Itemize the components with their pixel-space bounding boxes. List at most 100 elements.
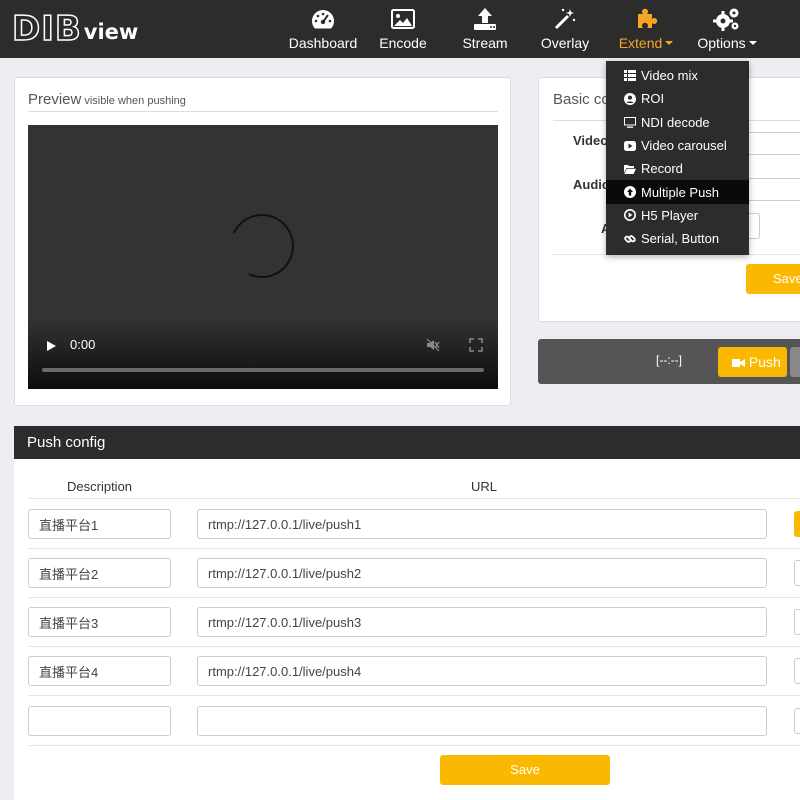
menu-item-ndi-decode[interactable]: NDI decode: [606, 111, 749, 134]
nav-label: Encode: [379, 35, 427, 51]
push-button-label: Push: [748, 354, 781, 370]
push-timer: [--:--]: [656, 353, 682, 367]
play-icon[interactable]: [47, 341, 56, 351]
logo-text-big: DIB: [11, 9, 82, 49]
menu-item-label: Video carousel: [641, 138, 727, 154]
dashboard-icon: [310, 4, 336, 34]
preview-subtitle: visible when pushing: [84, 95, 186, 107]
upload-icon: [473, 4, 497, 34]
gears-icon: [713, 4, 741, 34]
menu-item-label: Video mix: [641, 68, 698, 84]
row-action-button[interactable]: [794, 609, 800, 635]
logo-text-small: view: [83, 20, 139, 44]
basic-config-title: Basic co: [553, 91, 610, 108]
row-action-button[interactable]: [794, 708, 800, 734]
column-header-url: URL: [471, 479, 498, 494]
description-input[interactable]: [28, 607, 171, 637]
menu-item-label: Record: [641, 161, 683, 177]
preview-panel: Preview visible when pushing 0:00: [14, 77, 511, 406]
nav-label: Extend: [619, 34, 674, 52]
menu-item-record[interactable]: Record: [606, 157, 749, 180]
menu-item-roi[interactable]: ROI: [606, 87, 749, 110]
link-icon: [624, 233, 636, 245]
list-icon: [624, 70, 636, 82]
url-input[interactable]: [197, 509, 767, 539]
divider: [28, 695, 800, 696]
audio-field-edge: [749, 178, 800, 179]
caret-down-icon: [748, 41, 757, 45]
video-controls-gradient: [28, 319, 498, 389]
column-header-description: Description: [67, 479, 133, 494]
audio-field-edge: [749, 200, 800, 201]
youtube-icon: [624, 140, 636, 152]
divider: [28, 646, 800, 647]
folder-open-icon: [624, 163, 636, 175]
top-navbar: DIB view Dashboard Encode Stream Overlay…: [0, 0, 800, 58]
puzzle-icon: [634, 4, 658, 34]
monitor-icon: [624, 116, 636, 128]
nav-extend[interactable]: Extend: [618, 0, 674, 58]
caret-down-icon: [665, 41, 674, 45]
push-button[interactable]: Push: [718, 347, 787, 377]
description-input[interactable]: [28, 509, 171, 539]
nav-dashboard[interactable]: Dashboard: [288, 0, 358, 58]
magic-wand-icon: [553, 4, 577, 34]
dibview-logo[interactable]: DIB view: [11, 9, 139, 49]
audio-label: Audio: [573, 177, 610, 192]
nav-overlay[interactable]: Overlay: [540, 0, 590, 58]
divider: [28, 498, 800, 499]
divider: [28, 597, 800, 598]
menu-item-serial-button[interactable]: Serial, Button: [606, 227, 749, 250]
push-config-title: Push config: [14, 426, 800, 459]
preview-title: Preview visible when pushing: [28, 91, 498, 112]
menu-item-label: ROI: [641, 91, 665, 107]
url-input[interactable]: [197, 607, 767, 637]
basic-save-button[interactable]: Save: [746, 264, 800, 294]
nav-options[interactable]: Options: [696, 0, 758, 58]
stop-button[interactable]: [790, 347, 800, 377]
video-camera-icon: [732, 359, 745, 367]
description-input[interactable]: [28, 656, 171, 686]
menu-item-multiple-push[interactable]: Multiple Push: [606, 180, 749, 204]
menu-item-label: Serial, Button: [641, 231, 720, 247]
video-progress-bar[interactable]: [42, 368, 484, 372]
menu-item-label: Multiple Push: [641, 184, 720, 200]
video-field-edge: [749, 132, 800, 133]
divider: [28, 548, 800, 549]
nav-label: Overlay: [540, 35, 590, 51]
video-player[interactable]: 0:00: [28, 125, 498, 389]
nav-stream[interactable]: Stream: [460, 0, 510, 58]
url-input[interactable]: [197, 558, 767, 588]
description-input[interactable]: [28, 558, 171, 588]
menu-item-label: H5 Player: [641, 207, 699, 223]
push-config-panel: Push config Description URL Save: [14, 426, 800, 800]
fullscreen-icon[interactable]: [469, 338, 483, 352]
menu-item-video-carousel[interactable]: Video carousel: [606, 134, 749, 157]
play-circle-icon: [624, 209, 636, 222]
menu-item-label: NDI decode: [641, 114, 710, 130]
url-input[interactable]: [197, 706, 767, 736]
menu-item-video-mix[interactable]: Video mix: [606, 64, 749, 87]
loading-spinner-icon: [220, 204, 304, 288]
push-config-save-button[interactable]: Save: [440, 755, 610, 785]
image-icon: [391, 4, 415, 34]
preview-title-text: Preview: [28, 91, 82, 108]
nav-label: Options: [697, 34, 757, 52]
arrow-circle-up-icon: [624, 186, 636, 199]
user-circle-icon: [624, 92, 636, 105]
video-time: 0:00: [70, 337, 96, 352]
row-action-button[interactable]: [794, 511, 800, 537]
nav-encode[interactable]: Encode: [378, 0, 428, 58]
extend-dropdown-menu: Video mix ROI NDI decode Video carousel …: [606, 61, 749, 255]
video-field-edge: [749, 154, 800, 155]
menu-item-h5-player[interactable]: H5 Player: [606, 204, 749, 227]
row-action-button[interactable]: [794, 560, 800, 586]
push-control-bar: [--:--] Push: [538, 339, 800, 384]
nav-label: Dashboard: [288, 35, 358, 51]
row-action-button[interactable]: [794, 658, 800, 684]
nav-label: Stream: [462, 35, 508, 51]
mute-icon[interactable]: [426, 338, 440, 352]
video-label: Video: [573, 133, 609, 148]
description-input[interactable]: [28, 706, 171, 736]
url-input[interactable]: [197, 656, 767, 686]
